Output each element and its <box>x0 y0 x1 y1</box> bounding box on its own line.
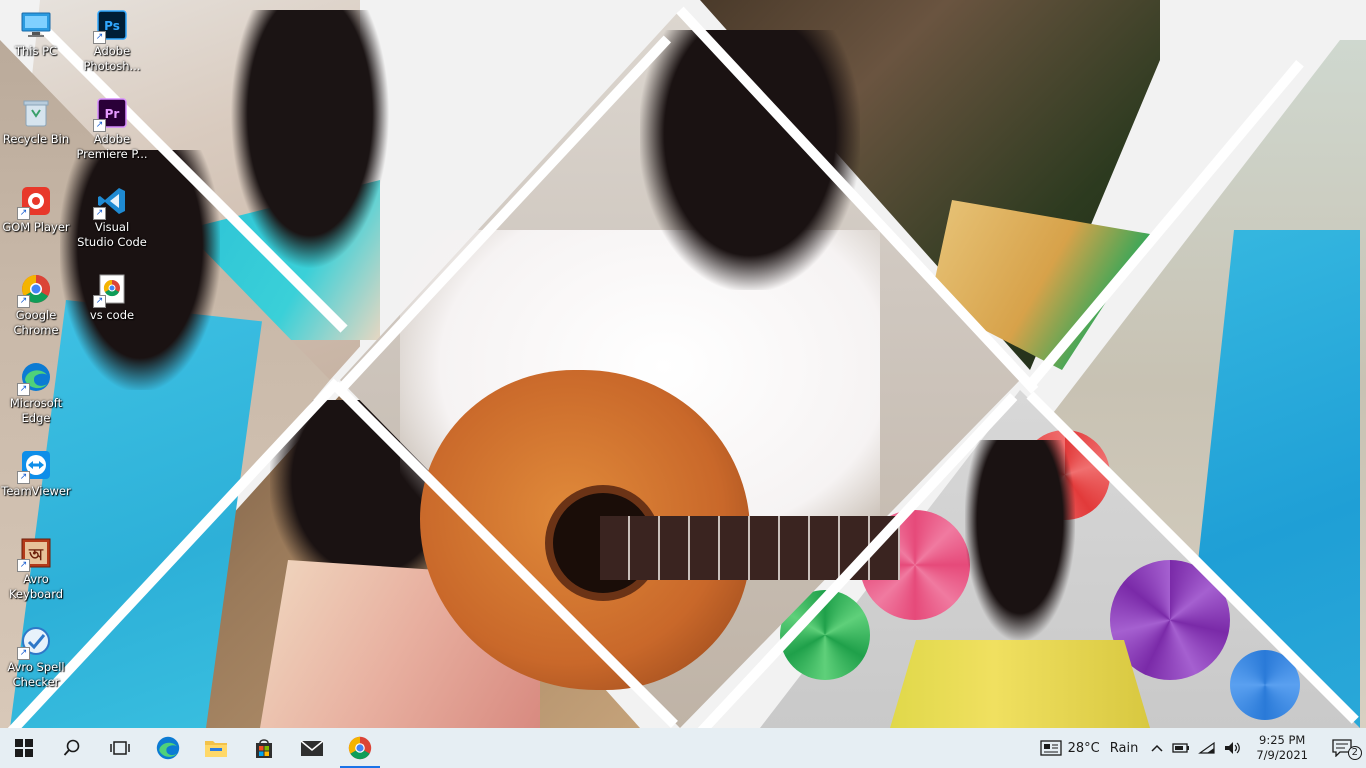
chrome-icon <box>348 736 372 760</box>
network-button[interactable] <box>1194 728 1220 768</box>
desktop-icon-label: Microsoft Edge <box>9 396 63 425</box>
desktop-icon-gom-player[interactable]: ↗ GOM Player <box>0 180 72 264</box>
shortcut-arrow-icon: ↗ <box>93 207 106 220</box>
weather-condition: Rain <box>1109 740 1139 756</box>
volume-button[interactable] <box>1220 728 1246 768</box>
recycle-bin-icon <box>19 96 53 130</box>
shortcut-arrow-icon: ↗ <box>17 559 30 572</box>
shortcut-arrow-icon: ↗ <box>17 383 30 396</box>
taskbar-mail-button[interactable] <box>288 728 336 768</box>
weather-widget[interactable]: 28°C Rain <box>1036 728 1147 768</box>
chevron-up-icon <box>1151 744 1163 752</box>
desktop-icon-adobe-photoshop[interactable]: Ps ↗ Adobe Photosh... <box>76 4 148 88</box>
taskbar: 28°C Rain 9:25 PM 7/9/2021 2 <box>0 728 1366 768</box>
desktop-icon-avro-keyboard[interactable]: অ ↗ Avro Keyboard <box>0 532 72 616</box>
battery-icon <box>1172 743 1190 753</box>
desktop-icon-recycle-bin[interactable]: Recycle Bin <box>0 92 72 176</box>
premiere-icon: Pr ↗ <box>93 96 129 132</box>
desktop-icon-label: This PC <box>14 44 58 58</box>
shortcut-arrow-icon: ↗ <box>17 207 30 220</box>
notification-count-badge: 2 <box>1347 746 1362 760</box>
desktop-icon-label: Recycle Bin <box>2 132 70 146</box>
desktop-icon-visual-studio-code[interactable]: ↗ Visual Studio Code <box>76 180 148 264</box>
show-hidden-icons-button[interactable] <box>1146 728 1168 768</box>
search-icon <box>63 739 80 756</box>
file-explorer-icon <box>205 741 227 757</box>
svg-text:অ: অ <box>28 545 44 564</box>
desktop-icon-label: Visual Studio Code <box>77 220 147 249</box>
teamviewer-icon: ↗ <box>17 448 53 484</box>
edge-icon: ↗ <box>17 360 53 396</box>
vscode-icon: ↗ <box>93 184 129 220</box>
edge-icon <box>156 736 180 760</box>
battery-button[interactable] <box>1168 728 1194 768</box>
desktop-icon-microsoft-edge[interactable]: ↗ Microsoft Edge <box>0 356 72 440</box>
shortcut-arrow-icon: ↗ <box>93 31 106 44</box>
taskbar-file-explorer-button[interactable] <box>192 728 240 768</box>
photoshop-icon: Ps ↗ <box>93 8 129 44</box>
taskbar-chrome-button[interactable] <box>336 728 384 768</box>
wifi-icon <box>1198 741 1215 754</box>
windows-logo-icon <box>15 739 33 757</box>
wallpaper-detail <box>890 640 1150 728</box>
clock[interactable]: 9:25 PM 7/9/2021 <box>1246 733 1318 763</box>
shortcut-arrow-icon: ↗ <box>93 119 106 132</box>
desktop-icon-label: Adobe Photosh... <box>83 44 141 73</box>
desktop-icon-adobe-premiere[interactable]: Pr ↗ Adobe Premiere P... <box>76 92 148 176</box>
task-view-button[interactable] <box>96 728 144 768</box>
avro-keyboard-icon: অ ↗ <box>17 536 53 572</box>
desktop-icon-this-pc[interactable]: This PC <box>0 4 72 88</box>
start-button[interactable] <box>0 728 48 768</box>
notification-center-button[interactable]: 2 <box>1318 728 1366 768</box>
shortcut-arrow-icon: ↗ <box>17 647 30 660</box>
desktop-icon-label: Avro Spell Checker <box>7 660 65 689</box>
mail-icon <box>300 740 324 756</box>
shortcut-arrow-icon: ↗ <box>93 295 106 308</box>
svg-text:Pr: Pr <box>105 107 120 121</box>
wallpaper-detail <box>965 440 1075 640</box>
clock-time: 9:25 PM <box>1259 733 1306 747</box>
chrome-shortcut-icon: ↗ <box>93 272 129 308</box>
desktop-icon-label: vs code <box>89 308 135 322</box>
desktop-icon-label: Avro Keyboard <box>8 572 64 601</box>
desktop-icon-google-chrome[interactable]: ↗ Google Chrome <box>0 268 72 352</box>
gom-player-icon: ↗ <box>17 184 53 220</box>
shortcut-arrow-icon: ↗ <box>17 295 30 308</box>
desktop-icon-label: GOM Player <box>2 220 70 234</box>
shortcut-arrow-icon: ↗ <box>17 471 30 484</box>
desktop-wallpaper: This PC Ps ↗ Adobe Photosh... Recycle Bi… <box>0 0 1366 728</box>
desktop-icon-vs-code-shortcut[interactable]: ↗ vs code <box>76 268 148 352</box>
weather-temperature: 28°C <box>1067 740 1100 756</box>
desktop-icon-label: Adobe Premiere P... <box>76 132 148 161</box>
desktop-icon-avro-spell-checker[interactable]: ↗ Avro Spell Checker <box>0 620 72 704</box>
search-button[interactable] <box>48 728 96 768</box>
clock-date: 7/9/2021 <box>1256 748 1308 762</box>
this-pc-icon <box>19 8 53 42</box>
task-view-icon <box>110 741 130 755</box>
volume-icon <box>1225 742 1241 754</box>
taskbar-edge-button[interactable] <box>144 728 192 768</box>
avro-spell-checker-icon: ↗ <box>17 624 53 660</box>
desktop-icon-label: TeamViewer <box>1 484 71 498</box>
desktop-icon-teamviewer[interactable]: ↗ TeamViewer <box>0 444 72 528</box>
chrome-icon: ↗ <box>17 272 53 308</box>
desktop-icon-label: Google Chrome <box>13 308 59 337</box>
system-tray: 28°C Rain 9:25 PM 7/9/2021 2 <box>1036 728 1366 768</box>
news-weather-icon <box>1039 740 1062 756</box>
store-icon <box>256 739 272 758</box>
svg-text:Ps: Ps <box>104 19 120 33</box>
taskbar-store-button[interactable] <box>240 728 288 768</box>
